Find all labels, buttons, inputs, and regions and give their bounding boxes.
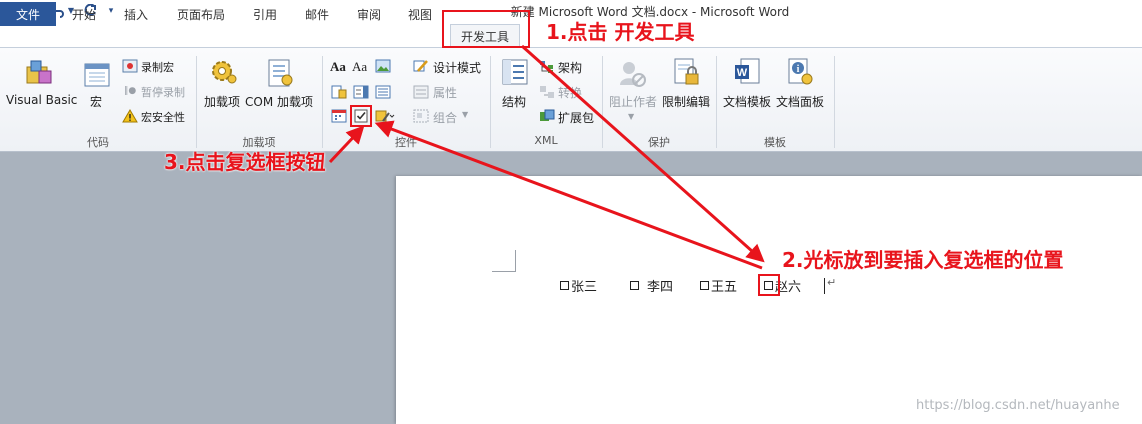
annotation-arrows <box>328 44 765 270</box>
watermark: https://blog.csdn.net/huayanhe <box>916 398 1120 413</box>
arrow-step3-pointer <box>328 125 365 164</box>
annotation-step2: 2.光标放到要插入复选框的位置 <box>782 248 1064 272</box>
arrow-tab-to-cursor <box>521 44 765 263</box>
annotation-step1: 1.点击 开发工具 <box>546 20 695 44</box>
arrow-to-checkbox-button <box>374 120 763 270</box>
annotation-step3: 3.点击复选框按钮 <box>164 150 326 174</box>
